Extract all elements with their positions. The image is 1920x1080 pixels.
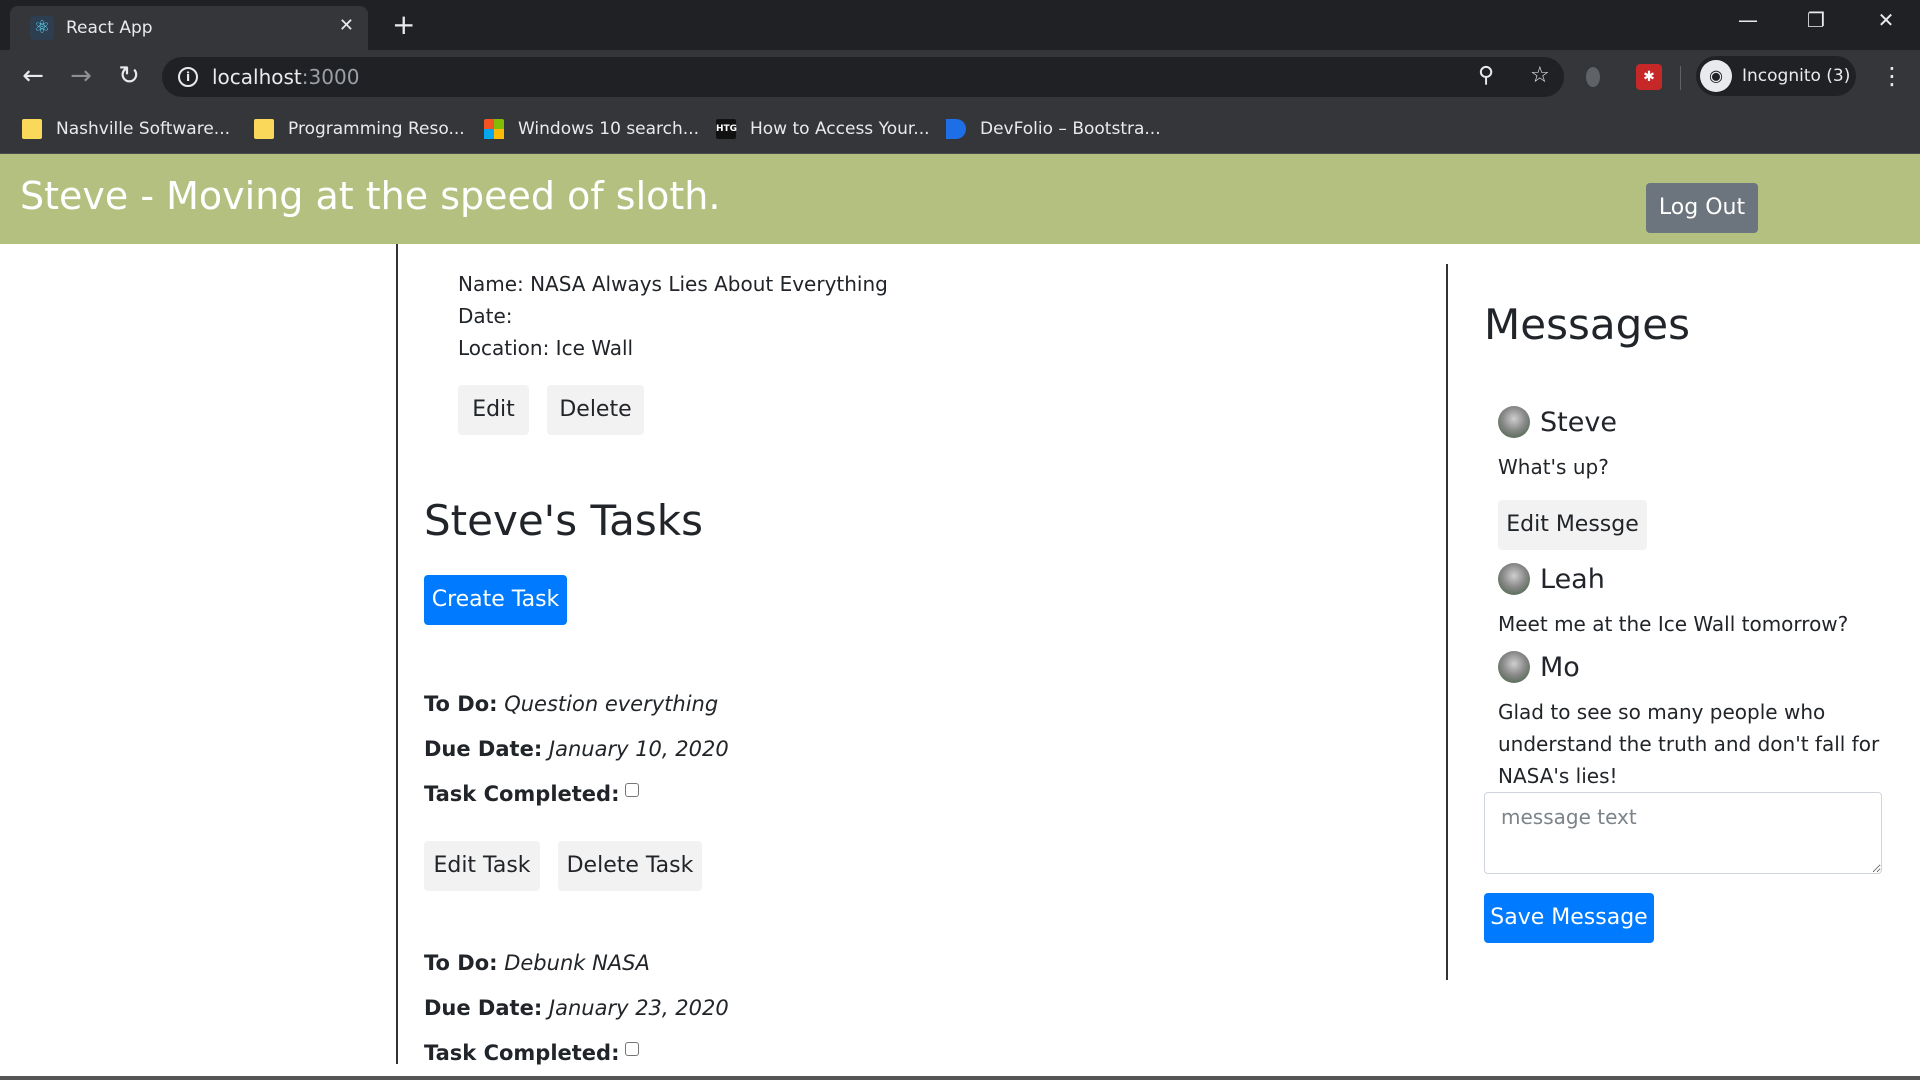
task-todo: To Do: Question everything: [424, 692, 718, 716]
main-column-border: [396, 244, 398, 1064]
event-name: Name: NASA Always Lies About Everything: [458, 272, 888, 296]
restore-icon[interactable]: ❐: [1796, 8, 1836, 38]
page-title: Steve - Moving at the speed of sloth.: [20, 174, 721, 218]
completed-label: Task Completed:: [424, 782, 620, 806]
zoom-icon[interactable]: ⚲: [1478, 63, 1494, 88]
bookmark-label: Programming Reso...: [288, 119, 465, 139]
edit-message-button[interactable]: Edit Messge: [1498, 500, 1647, 550]
task-todo: To Do: Debunk NASA: [424, 951, 650, 975]
save-message-button[interactable]: Save Message: [1484, 893, 1654, 943]
bookmark-item[interactable]: Nashville Software...: [22, 114, 230, 144]
event-card: Name: NASA Always Lies About Everything …: [458, 268, 888, 364]
message-author: Steve: [1498, 406, 1617, 438]
back-arrow-icon[interactable]: ←: [16, 60, 50, 94]
tab-title: React App: [66, 18, 153, 38]
window-close-icon[interactable]: ✕: [1866, 8, 1906, 38]
browser-tab[interactable]: ⚛ React App ✕: [10, 6, 368, 50]
bookmark-label: Windows 10 search...: [518, 119, 700, 139]
folder-icon: [254, 119, 274, 139]
task-completed: Task Completed:: [424, 782, 640, 806]
message-input[interactable]: [1484, 792, 1882, 874]
url-host: localhost: [212, 65, 302, 89]
task-completed: Task Completed:: [424, 1041, 640, 1065]
todo-value: Question everything: [504, 692, 719, 716]
task-due: Due Date: January 10, 2020: [424, 737, 729, 761]
bottom-border: [0, 1076, 1920, 1080]
delete-task-button[interactable]: Delete Task: [558, 841, 702, 891]
bookmarks-bar: Nashville Software... Programming Reso..…: [0, 104, 1920, 154]
bookmark-item[interactable]: HTG How to Access Your...: [716, 114, 930, 144]
edit-task-button[interactable]: Edit Task: [424, 841, 540, 891]
avatar: [1498, 406, 1530, 438]
due-value: January 10, 2020: [548, 737, 729, 761]
incognito-profile-button[interactable]: ◉ Incognito (3): [1696, 56, 1856, 96]
bookmark-label: Nashville Software...: [56, 119, 231, 139]
htg-icon: HTG: [716, 119, 737, 139]
message-author-name: Mo: [1540, 651, 1580, 683]
tasks-heading: Steve's Tasks: [424, 496, 703, 545]
event-location: Location: Ice Wall: [458, 336, 634, 360]
bookmark-item[interactable]: DevFolio – Bootstra...: [946, 114, 1161, 144]
message-text: What's up?: [1498, 455, 1609, 479]
bookmark-label: How to Access Your...: [750, 119, 930, 139]
react-logo-icon: ⚛: [30, 16, 54, 40]
message-author-name: Leah: [1540, 563, 1605, 595]
info-icon[interactable]: i: [178, 67, 198, 87]
devfolio-icon: [946, 119, 966, 139]
reload-icon[interactable]: ↻: [112, 60, 146, 94]
todo-value: Debunk NASA: [504, 951, 650, 975]
completed-label: Task Completed:: [424, 1041, 620, 1065]
create-task-button[interactable]: Create Task: [424, 575, 567, 625]
event-date: Date:: [458, 304, 513, 328]
toolbar-divider: [1680, 66, 1681, 90]
forward-arrow-icon[interactable]: →: [64, 60, 98, 94]
due-label: Due Date:: [424, 996, 543, 1020]
kebab-menu-icon[interactable]: ⋮: [1880, 62, 1904, 90]
avatar: [1498, 651, 1530, 683]
windows-logo-icon: [484, 119, 504, 139]
minimize-icon[interactable]: —: [1728, 8, 1768, 38]
profile-label: Incognito (3): [1742, 66, 1851, 86]
incognito-icon: ◉: [1700, 60, 1732, 92]
bookmark-item[interactable]: Windows 10 search...: [484, 114, 699, 144]
browser-tabstrip: ⚛ React App ✕ + — ❐ ✕: [0, 0, 1920, 50]
browser-toolbar: ← → ↻ i localhost:3000 ⚲ ☆ ✱ ◉ Incognito…: [0, 50, 1920, 104]
url-port: :3000: [301, 65, 360, 89]
bookmark-star-icon[interactable]: ☆: [1530, 63, 1550, 88]
task-completed-checkbox[interactable]: [625, 1042, 640, 1056]
bookmark-item[interactable]: Programming Reso...: [254, 114, 465, 144]
edit-event-button[interactable]: Edit: [458, 385, 529, 435]
delete-event-button[interactable]: Delete: [547, 385, 644, 435]
address-bar[interactable]: i localhost:3000 ⚲ ☆: [162, 57, 1564, 97]
message-author-name: Steve: [1540, 406, 1617, 438]
app-header: Steve - Moving at the speed of sloth. Lo…: [0, 154, 1920, 244]
close-tab-icon[interactable]: ✕: [339, 15, 354, 36]
messages-divider: [1446, 264, 1448, 980]
messages-heading: Messages: [1484, 300, 1690, 349]
message-text: Glad to see so many people who understan…: [1498, 700, 1880, 788]
message-author: Mo: [1498, 651, 1580, 683]
due-label: Due Date:: [424, 737, 543, 761]
extension-icon[interactable]: [1586, 67, 1600, 87]
task-completed-checkbox[interactable]: [625, 783, 640, 797]
extension-red-icon[interactable]: ✱: [1636, 64, 1662, 90]
folder-icon: [22, 119, 42, 139]
url-text: localhost:3000: [212, 65, 359, 89]
todo-label: To Do:: [424, 692, 498, 716]
due-value: January 23, 2020: [548, 996, 729, 1020]
message-text: Meet me at the Ice Wall tomorrow?: [1498, 612, 1849, 636]
logout-button[interactable]: Log Out: [1646, 183, 1758, 233]
task-due: Due Date: January 23, 2020: [424, 996, 729, 1020]
avatar: [1498, 563, 1530, 595]
todo-label: To Do:: [424, 951, 498, 975]
new-tab-icon[interactable]: +: [392, 8, 415, 41]
message-author: Leah: [1498, 563, 1605, 595]
bookmark-label: DevFolio – Bootstra...: [980, 119, 1161, 139]
